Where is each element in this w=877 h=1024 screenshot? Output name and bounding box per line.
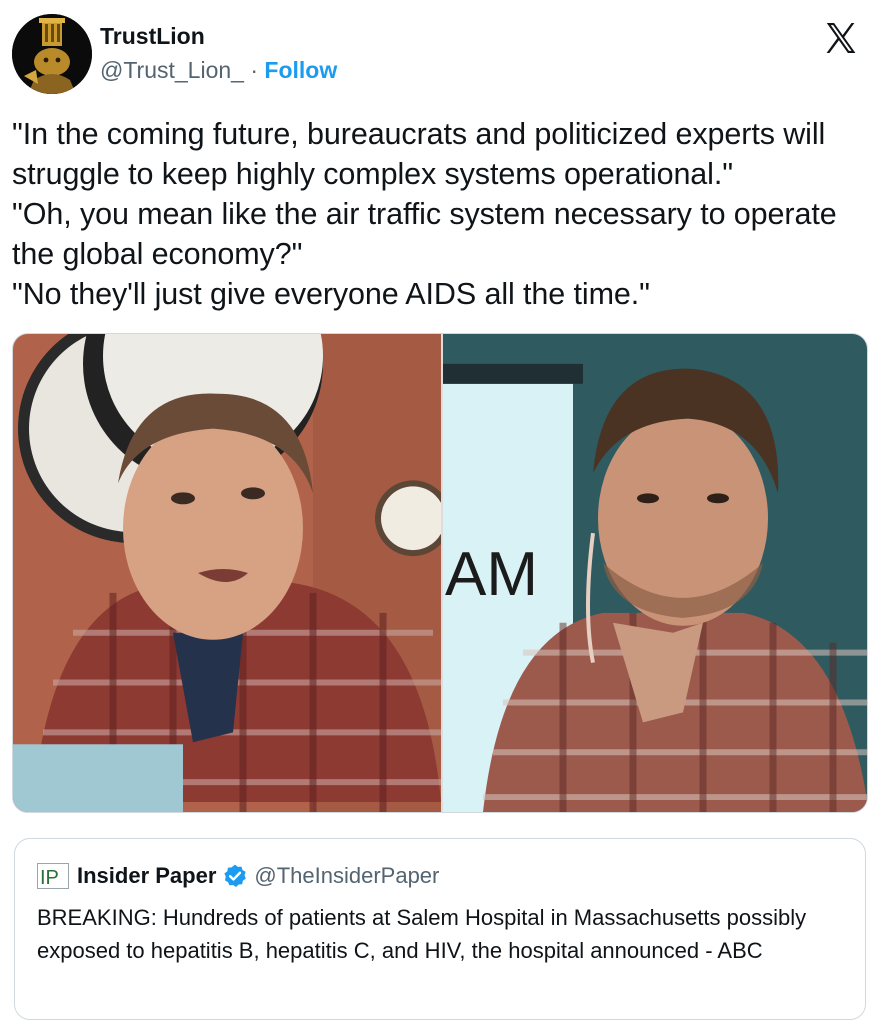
right-photo[interactable]: AM [443, 334, 867, 812]
tweet-media[interactable]: AM [12, 333, 868, 813]
quoted-tweet[interactable]: IP Insider Paper @TheInsiderPaper BREAKI… [14, 838, 866, 1020]
quoted-tweet-header: IP Insider Paper @TheInsiderPaper [37, 861, 439, 891]
tweet-text: "In the coming future, bureaucrats and p… [12, 117, 837, 311]
follow-button[interactable]: Follow [264, 57, 337, 83]
sign-text: AM [445, 540, 538, 609]
author-info: TrustLion @Trust_Lion_ · Follow [100, 22, 337, 84]
verified-badge-icon [222, 863, 248, 889]
quoted-tweet-text: BREAKING: Hundreds of patients at Salem … [37, 905, 807, 963]
x-logo-icon[interactable] [823, 20, 859, 56]
lion-avatar-icon[interactable] [12, 14, 92, 94]
quoted-author-handle[interactable]: @TheInsiderPaper [254, 863, 439, 889]
quoted-author-name[interactable]: Insider Paper [77, 863, 216, 889]
author-handle[interactable]: @Trust_Lion_ [100, 57, 244, 83]
left-photo[interactable] [13, 334, 441, 812]
separator-dot: · [243, 57, 265, 83]
tweet-header: TrustLion @Trust_Lion_ · Follow [12, 12, 865, 96]
author-display-name[interactable]: TrustLion [100, 22, 337, 50]
insider-paper-logo-text: IP [40, 867, 59, 889]
insider-paper-logo[interactable]: IP [37, 863, 69, 889]
author-handle-row: @Trust_Lion_ · Follow [100, 56, 337, 84]
